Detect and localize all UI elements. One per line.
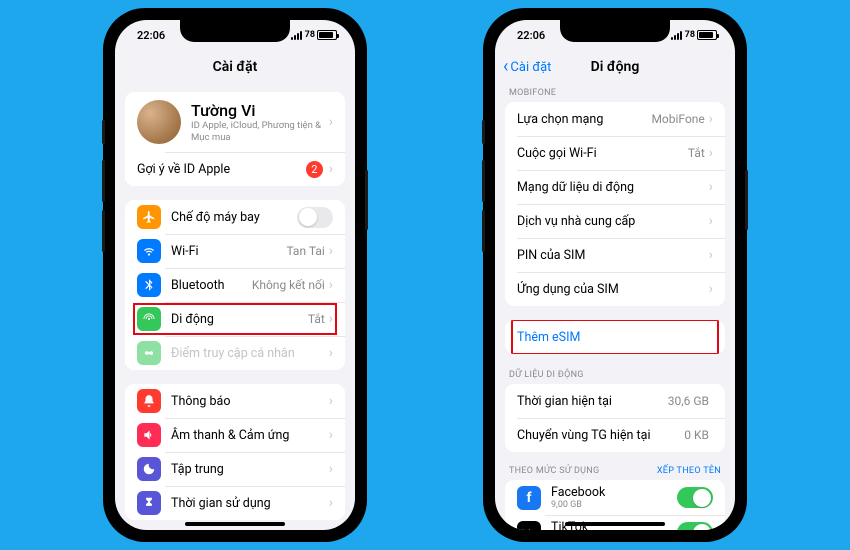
badge: 2 bbox=[306, 161, 323, 178]
app-usage-row[interactable]: f Facebook9,00 GB bbox=[505, 480, 725, 515]
apple-id-profile-row[interactable]: Tường Vi ID Apple, iCloud, Phương tiện &… bbox=[125, 92, 345, 152]
profile-subtitle: ID Apple, iCloud, Phương tiện & Mục mua bbox=[191, 120, 329, 143]
bluetooth-icon bbox=[137, 273, 161, 297]
back-button[interactable]: ‹ Cài đặt bbox=[503, 58, 551, 76]
wifi-calling-row[interactable]: Cuộc gọi Wi-Fi Tắt › bbox=[505, 136, 725, 170]
chevron-right-icon: › bbox=[329, 428, 333, 442]
status-time: 22:06 bbox=[131, 29, 165, 42]
notifications-row[interactable]: Thông báo › bbox=[125, 384, 345, 418]
app-name: Facebook bbox=[551, 485, 677, 500]
bluetooth-row[interactable]: Bluetooth Không kết nối › bbox=[125, 268, 345, 302]
chevron-right-icon: › bbox=[329, 115, 333, 129]
chevron-right-icon: › bbox=[709, 282, 713, 296]
apple-id-suggestions-row[interactable]: Gợi ý về ID Apple 2 › bbox=[125, 152, 345, 186]
antenna-icon bbox=[137, 307, 161, 331]
hotspot-row: Điểm truy cập cá nhân › bbox=[125, 336, 345, 370]
chevron-left-icon: ‹ bbox=[503, 58, 508, 76]
avatar bbox=[137, 100, 181, 144]
battery-icon: 78 bbox=[685, 30, 717, 40]
wifi-row[interactable]: Wi-Fi Tan Tai › bbox=[125, 234, 345, 268]
hourglass-icon bbox=[137, 491, 161, 515]
chevron-right-icon: › bbox=[709, 214, 713, 228]
sounds-row[interactable]: Âm thanh & Cảm ứng › bbox=[125, 418, 345, 452]
app-icon: f bbox=[517, 486, 541, 510]
roaming-period-row[interactable]: Chuyển vùng TG hiện tại 0 KB bbox=[505, 418, 725, 452]
nav-bar: Cài đặt bbox=[115, 50, 355, 84]
network-selection-row[interactable]: Lựa chọn mạng MobiFone › bbox=[505, 102, 725, 136]
section-header-usage: THEO MỨC SỬ DỤNG XẾP THEO TÊN bbox=[495, 462, 735, 480]
chevron-right-icon: › bbox=[329, 462, 333, 476]
home-indicator[interactable] bbox=[185, 522, 285, 526]
link-icon bbox=[137, 341, 161, 365]
screentime-row[interactable]: Thời gian sử dụng › bbox=[125, 486, 345, 520]
section-header-data: DỮ LIỆU DI ĐỘNG bbox=[495, 366, 735, 384]
chevron-right-icon: › bbox=[329, 394, 333, 408]
sort-by-name-link[interactable]: XẾP THEO TÊN bbox=[657, 466, 721, 476]
wifi-icon bbox=[137, 239, 161, 263]
airplane-mode-row[interactable]: Chế độ máy bay bbox=[125, 200, 345, 234]
chevron-right-icon: › bbox=[329, 346, 333, 360]
signal-icon bbox=[671, 31, 682, 40]
app-size: 9,00 GB bbox=[551, 500, 677, 510]
speaker-icon bbox=[137, 423, 161, 447]
carrier-services-row[interactable]: Dịch vụ nhà cung cấp › bbox=[505, 204, 725, 238]
section-header-carrier: MOBIFONE bbox=[495, 84, 735, 102]
focus-row[interactable]: Tập trung › bbox=[125, 452, 345, 486]
chevron-right-icon: › bbox=[329, 312, 333, 326]
app-data-toggle[interactable] bbox=[677, 522, 713, 530]
notch bbox=[180, 20, 290, 42]
app-data-toggle[interactable] bbox=[677, 487, 713, 508]
signal-icon bbox=[291, 31, 302, 40]
battery-icon: 78 bbox=[305, 30, 337, 40]
chevron-right-icon: › bbox=[329, 162, 333, 176]
home-indicator[interactable] bbox=[565, 522, 665, 526]
cellular-data-network-row[interactable]: Mạng dữ liệu di động › bbox=[505, 170, 725, 204]
status-time: 22:06 bbox=[511, 29, 545, 42]
bell-icon bbox=[137, 389, 161, 413]
chevron-right-icon: › bbox=[709, 112, 713, 126]
phone-left: 22:06 78 Cài đặt bbox=[105, 10, 365, 540]
page-title: Di động bbox=[591, 59, 640, 75]
notch bbox=[560, 20, 670, 42]
nav-bar: ‹ Cài đặt Di động bbox=[495, 50, 735, 84]
chevron-right-icon: › bbox=[329, 496, 333, 510]
chevron-right-icon: › bbox=[329, 244, 333, 258]
chevron-right-icon: › bbox=[329, 278, 333, 292]
add-esim-row[interactable]: Thêm eSIM bbox=[505, 320, 725, 354]
moon-icon bbox=[137, 457, 161, 481]
airplane-toggle[interactable] bbox=[297, 207, 333, 228]
profile-name: Tường Vi bbox=[191, 101, 329, 120]
sim-pin-row[interactable]: PIN của SIM › bbox=[505, 238, 725, 272]
app-icon: ♪ bbox=[517, 521, 541, 531]
cellular-row[interactable]: Di động Tắt › bbox=[125, 302, 345, 336]
page-title: Cài đặt bbox=[213, 59, 258, 75]
sim-applications-row[interactable]: Ứng dụng của SIM › bbox=[505, 272, 725, 306]
airplane-icon bbox=[137, 205, 161, 229]
current-period-row[interactable]: Thời gian hiện tại 30,6 GB bbox=[505, 384, 725, 418]
chevron-right-icon: › bbox=[709, 146, 713, 160]
phone-right: 22:06 78 ‹ Cài đặt Di động MOBIFONE bbox=[485, 10, 745, 540]
chevron-right-icon: › bbox=[709, 248, 713, 262]
chevron-right-icon: › bbox=[709, 180, 713, 194]
